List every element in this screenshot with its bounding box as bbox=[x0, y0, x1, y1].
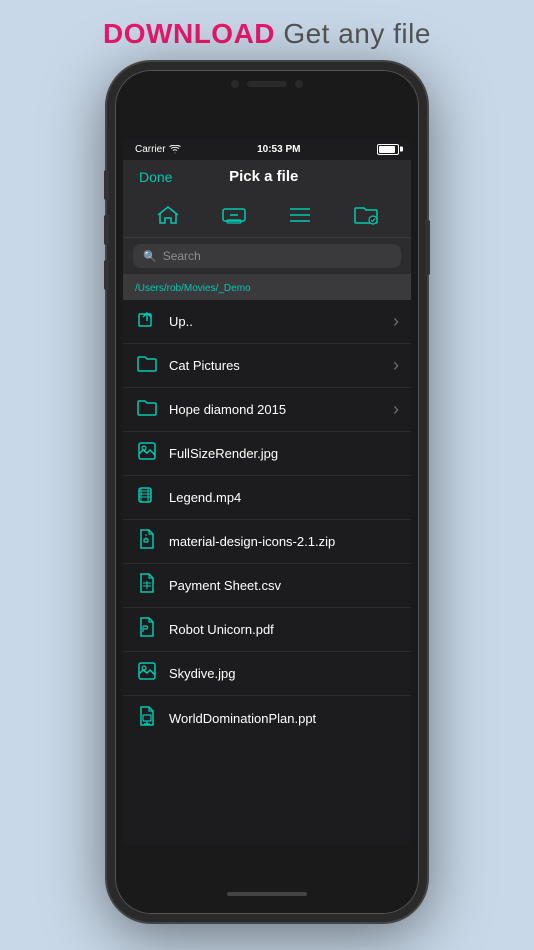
phone-screen: Carrier 10:53 PM Done Pick a file bbox=[123, 138, 411, 846]
search-icon: 🔍 bbox=[143, 250, 157, 263]
mute-button bbox=[104, 260, 109, 290]
file-name-label: FullSizeRender.jpg bbox=[169, 446, 399, 461]
list-item[interactable]: Cat Pictures › bbox=[123, 344, 411, 388]
navigation-bar: Done Pick a file bbox=[123, 160, 411, 193]
up-file-icon bbox=[135, 310, 159, 333]
zip-file-icon bbox=[135, 529, 159, 554]
list-item[interactable]: material-design-icons-2.1.zip bbox=[123, 520, 411, 564]
list-item[interactable]: Hope diamond 2015 › bbox=[123, 388, 411, 432]
file-name-label: Payment Sheet.csv bbox=[169, 578, 399, 593]
search-input-wrapper[interactable]: 🔍 Search bbox=[133, 244, 401, 268]
ppt-file-icon bbox=[135, 706, 159, 731]
list-toolbar-button[interactable] bbox=[278, 199, 322, 231]
file-list: Up.. › Cat Pictures › Hope diamond 2015 › Full… bbox=[123, 300, 411, 740]
path-text: /Users/rob/Movies/_Demo bbox=[135, 283, 251, 294]
download-highlight: DOWNLOAD bbox=[103, 18, 275, 49]
csv-file-icon bbox=[135, 573, 159, 598]
speaker-bar bbox=[247, 81, 287, 87]
nav-title: Pick a file bbox=[229, 168, 298, 185]
home-toolbar-button[interactable] bbox=[146, 199, 190, 231]
folder-file-icon bbox=[135, 399, 159, 421]
chevron-right-icon: › bbox=[393, 311, 399, 332]
image-file-icon bbox=[135, 442, 159, 465]
file-name-label: Legend.mp4 bbox=[169, 490, 399, 505]
file-name-label: Up.. bbox=[169, 314, 383, 329]
search-bar: 🔍 Search bbox=[123, 238, 411, 274]
file-name-label: Cat Pictures bbox=[169, 358, 383, 373]
list-item[interactable]: Up.. › bbox=[123, 300, 411, 344]
drive-toolbar-button[interactable] bbox=[212, 199, 256, 231]
toolbar bbox=[123, 193, 411, 238]
subtitle-text: Get any file bbox=[283, 18, 431, 49]
battery-fill bbox=[379, 146, 395, 153]
list-item[interactable]: Robot Unicorn.pdf bbox=[123, 608, 411, 652]
video-file-icon bbox=[135, 487, 159, 508]
list-item[interactable]: WorldDominationPlan.ppt bbox=[123, 696, 411, 740]
marketing-header: DOWNLOAD Get any file bbox=[0, 18, 534, 50]
carrier-info: Carrier bbox=[135, 144, 181, 155]
done-button[interactable]: Done bbox=[139, 169, 172, 185]
list-item[interactable]: Payment Sheet.csv bbox=[123, 564, 411, 608]
file-name-label: Hope diamond 2015 bbox=[169, 402, 383, 417]
home-indicator bbox=[227, 892, 307, 896]
file-name-label: material-design-icons-2.1.zip bbox=[169, 534, 399, 549]
volume-up-button bbox=[104, 170, 109, 200]
chevron-right-icon: › bbox=[393, 355, 399, 376]
sensor-dot bbox=[295, 80, 303, 88]
status-bar: Carrier 10:53 PM bbox=[123, 138, 411, 160]
image-file-icon bbox=[135, 662, 159, 685]
chevron-right-icon: › bbox=[393, 399, 399, 420]
carrier-label: Carrier bbox=[135, 144, 166, 155]
wifi-icon bbox=[169, 145, 181, 154]
phone-camera-area bbox=[231, 80, 303, 88]
search-placeholder: Search bbox=[163, 249, 201, 263]
path-bar: /Users/rob/Movies/_Demo bbox=[123, 274, 411, 300]
file-name-label: Robot Unicorn.pdf bbox=[169, 622, 399, 637]
list-item[interactable]: Legend.mp4 bbox=[123, 476, 411, 520]
list-item[interactable]: FullSizeRender.jpg bbox=[123, 432, 411, 476]
list-item[interactable]: Skydive.jpg bbox=[123, 652, 411, 696]
folder-file-icon bbox=[135, 355, 159, 377]
file-name-label: WorldDominationPlan.ppt bbox=[169, 711, 399, 726]
phone-frame: Carrier 10:53 PM Done Pick a file bbox=[107, 62, 427, 922]
pdf-file-icon bbox=[135, 617, 159, 642]
power-button bbox=[425, 220, 430, 275]
camera-dot bbox=[231, 80, 239, 88]
volume-down-button bbox=[104, 215, 109, 245]
battery-icon bbox=[377, 144, 399, 155]
status-time: 10:53 PM bbox=[257, 144, 300, 155]
folder-check-toolbar-button[interactable] bbox=[344, 199, 388, 231]
file-name-label: Skydive.jpg bbox=[169, 666, 399, 681]
